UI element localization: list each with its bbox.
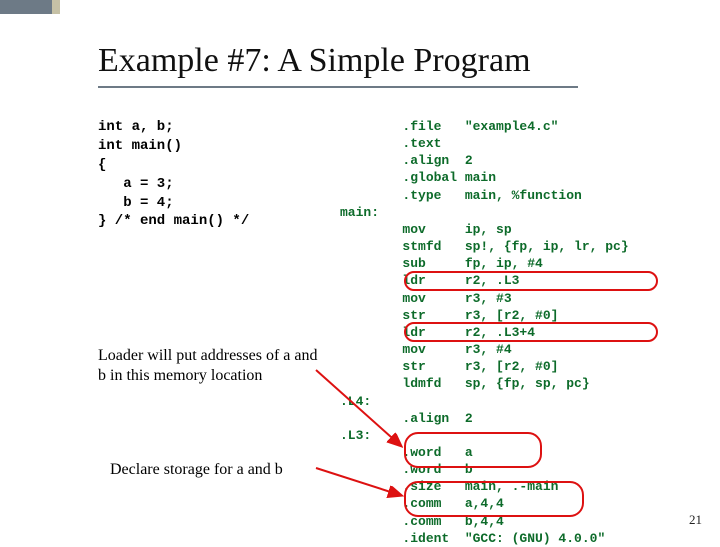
anno-box-comm-ab: [404, 481, 584, 517]
slide-decoration: [0, 0, 60, 14]
anno-box-word-ab: [404, 432, 542, 468]
anno-box-ldr-l3: [404, 271, 658, 291]
page-number: 21: [689, 512, 702, 528]
slide-title: Example #7: A Simple Program: [98, 42, 531, 80]
anno-box-ldr-l3plus4: [404, 322, 658, 342]
title-underline: [98, 86, 578, 88]
c-source-code: int a, b; int main() { a = 3; b = 4; } /…: [98, 118, 249, 231]
annotation-storage: Declare storage for a and b: [110, 460, 330, 480]
annotation-loader: Loader will put addresses of a and b in …: [98, 346, 318, 386]
